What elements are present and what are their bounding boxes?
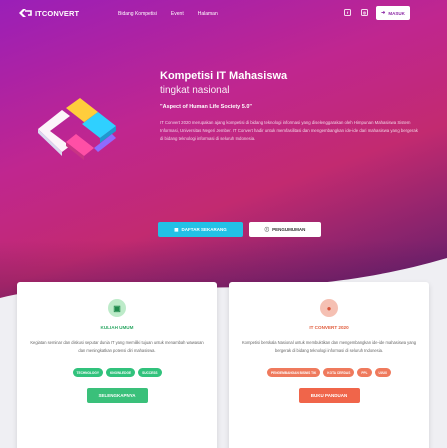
card-it-convert: ● IT CONVERT 2020 Kompetisi berskala Nas… [229, 282, 429, 448]
facebook-icon[interactable]: f [344, 9, 351, 16]
login-button[interactable]: ➜ MASUK [376, 6, 410, 20]
card-tags: PENGEMBANGAN BISNIS TIK KOTA CERDAS PPL … [229, 368, 429, 377]
hero-description: IT Convert 2020 merupakan ajang kompetis… [160, 120, 418, 142]
nav-link-event[interactable]: Event [171, 11, 184, 17]
nav-link-halaman[interactable]: Halaman [198, 11, 218, 17]
nav-links: Bidang Kompetisi Event Halaman [118, 11, 218, 17]
social-links: f ◎ [344, 9, 368, 16]
logo-icon [19, 9, 32, 17]
building-icon: ▣ [108, 299, 126, 317]
tag: UI/UX [374, 368, 392, 377]
calendar-icon: ▦ [174, 226, 179, 232]
card-tags: TECHNOLOGY KNOWLEDGE SUCCESS [17, 368, 217, 377]
tag: SUCCESS [138, 368, 162, 377]
nav-link-bidang-kompetisi[interactable]: Bidang Kompetisi [118, 11, 157, 17]
register-button[interactable]: ▦ DAFTAR SEKARANG [158, 222, 243, 237]
more-button[interactable]: SELENGKAPNYA [86, 388, 148, 403]
guidebook-button[interactable]: BUKU PANDUAN [298, 388, 360, 403]
hero-tagline: "Aspect of Human Life Society 5.0" [160, 104, 253, 110]
navbar: ITCONVERT Bidang Kompetisi Event Halaman… [0, 0, 447, 28]
hero-text: Kompetisi IT Mahasiswa tingkat nasional … [160, 70, 430, 144]
hero-illustration [38, 98, 116, 160]
card-description: Kegiatan seminar dan diskusi seputar dun… [30, 340, 204, 353]
tag: PPL [357, 368, 372, 377]
instagram-icon[interactable]: ◎ [361, 9, 368, 16]
register-label: DAFTAR SEKARANG [181, 227, 227, 232]
info-icon: ⓘ [264, 226, 270, 232]
card-title: KULIAH UMUM [100, 325, 134, 330]
announcement-label: PENGUMUMAN [272, 227, 306, 232]
login-label: MASUK [388, 10, 405, 16]
login-icon: ➜ [381, 10, 386, 16]
card-title: IT CONVERT 2020 [309, 325, 349, 330]
brand-logo[interactable]: ITCONVERT [18, 8, 79, 18]
card-kuliah-umum: ▣ KULIAH UMUM Kegiatan seminar dan disku… [17, 282, 217, 448]
trophy-icon: ● [320, 299, 338, 317]
card-description: Kompetisi berskala Nasional untuk membuk… [241, 340, 417, 353]
hero-subtitle: tingkat nasional [160, 85, 230, 96]
logo-text: ITCONVERT [35, 8, 80, 18]
tag: KOTA CERDAS [323, 368, 355, 377]
tag: TECHNOLOGY [72, 368, 103, 377]
hero-title: Kompetisi IT Mahasiswa [160, 70, 288, 82]
hero-actions: ▦ DAFTAR SEKARANG ⓘ PENGUMUMAN [158, 222, 321, 237]
announcement-button[interactable]: ⓘ PENGUMUMAN [249, 222, 321, 237]
tag: KNOWLEDGE [106, 368, 136, 377]
tag: PENGEMBANGAN BISNIS TIK [266, 368, 321, 377]
